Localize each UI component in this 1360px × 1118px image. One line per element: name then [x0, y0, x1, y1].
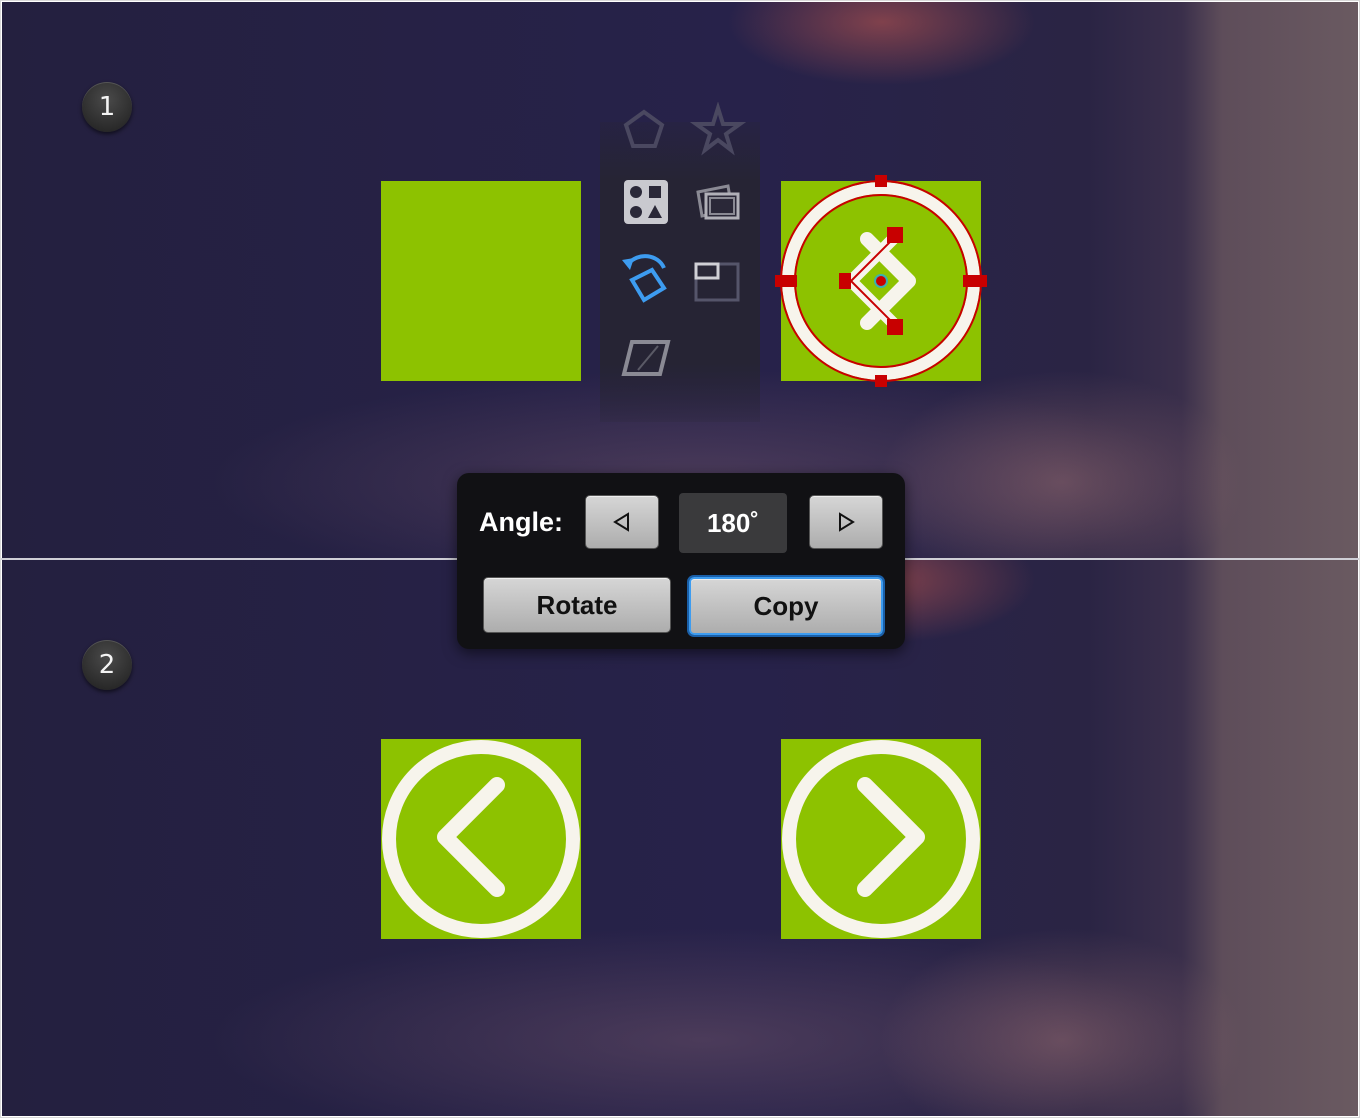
- rotate-icon[interactable]: [618, 250, 674, 306]
- right-triangle-icon: [839, 512, 855, 532]
- pentagon-icon[interactable]: [616, 102, 672, 158]
- circle-right-arrow-icon[interactable]: [781, 739, 981, 939]
- left-triangle-icon: [613, 512, 629, 532]
- increase-angle-button[interactable]: [809, 495, 883, 549]
- shapes-library-icon[interactable]: [618, 174, 674, 230]
- rotate-dialog: Angle: 180˚ Rotate Copy: [457, 473, 905, 649]
- circle-left-arrow-icon[interactable]: [381, 739, 581, 939]
- selected-circle-arrow[interactable]: [771, 171, 991, 391]
- copy-button[interactable]: Copy: [689, 577, 883, 635]
- green-square-left[interactable]: [381, 181, 581, 381]
- star-icon[interactable]: [690, 102, 746, 158]
- angle-value-field[interactable]: 180˚: [679, 493, 787, 553]
- scale-icon[interactable]: [692, 252, 748, 308]
- tutorial-frame: 1 2 Angle: 180˚ Rotate Copy: [0, 0, 1360, 1118]
- rotate-button[interactable]: Rotate: [483, 577, 671, 633]
- transform-each-icon[interactable]: [692, 176, 748, 232]
- step-badge: 1: [82, 82, 132, 132]
- decrease-angle-button[interactable]: [585, 495, 659, 549]
- shear-icon[interactable]: [618, 332, 674, 388]
- angle-label: Angle:: [479, 507, 563, 537]
- step-badge: 2: [82, 640, 132, 690]
- tools-panel: [600, 102, 760, 422]
